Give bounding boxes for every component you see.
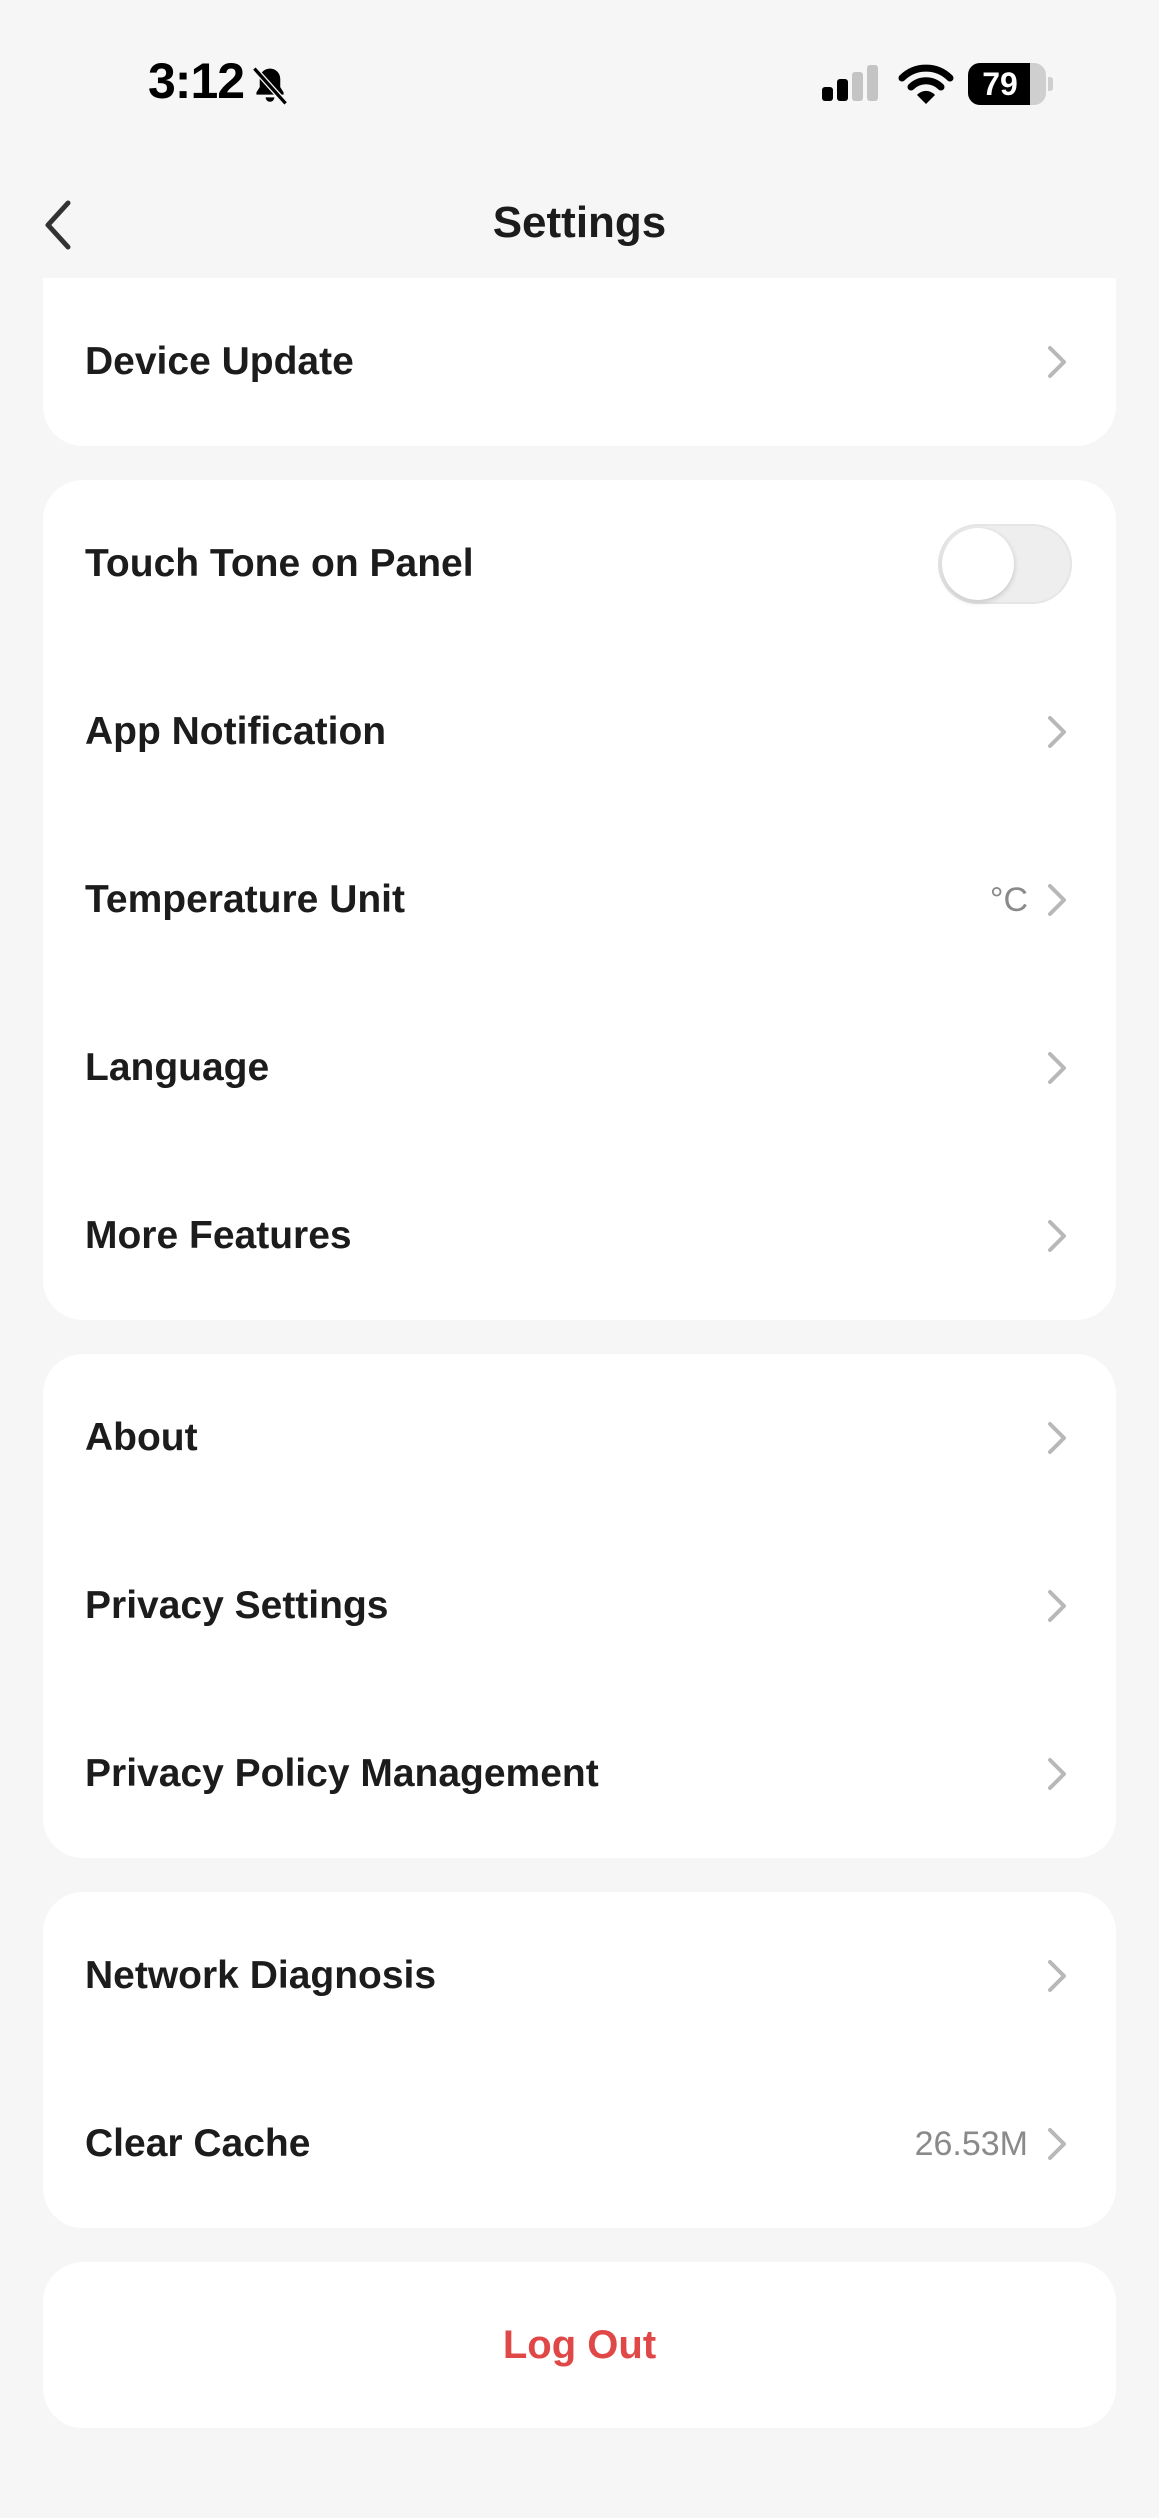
- network-diagnosis-label: Network Diagnosis: [85, 1954, 437, 1997]
- temperature-unit-row[interactable]: Temperature Unit °C: [43, 816, 1116, 984]
- signal-icon: [822, 65, 878, 101]
- privacy-policy-management-row[interactable]: Privacy Policy Management: [43, 1690, 1116, 1858]
- cache-size-value: 26.53M: [914, 2124, 1028, 2163]
- app-notification-label: App Notification: [85, 710, 387, 753]
- battery-level: 79: [982, 66, 1018, 102]
- touch-tone-label: Touch Tone on Panel: [85, 542, 474, 585]
- settings-group-maintenance: Network Diagnosis Clear Cache 26.53M: [43, 1892, 1116, 2228]
- toggle-knob: [942, 528, 1014, 600]
- nav-bar: Settings: [0, 170, 1159, 280]
- chevron-right-icon: [1048, 1758, 1066, 1790]
- privacy-settings-row[interactable]: Privacy Settings: [43, 1522, 1116, 1690]
- chevron-right-icon: [1048, 1960, 1066, 1992]
- battery-body: 79: [968, 63, 1046, 105]
- chevron-right-icon: [1048, 1590, 1066, 1622]
- network-diagnosis-row[interactable]: Network Diagnosis: [43, 1892, 1116, 2060]
- settings-group-preferences: Touch Tone on Panel App Notification Tem…: [43, 480, 1116, 1320]
- chevron-right-icon: [1048, 1220, 1066, 1252]
- touch-tone-row: Touch Tone on Panel: [43, 480, 1116, 648]
- about-label: About: [85, 1416, 198, 1459]
- language-label: Language: [85, 1046, 270, 1089]
- battery-indicator: 79: [968, 63, 1053, 105]
- language-row[interactable]: Language: [43, 984, 1116, 1152]
- chevron-right-icon: [1048, 346, 1066, 378]
- chevron-right-icon: [1048, 1052, 1066, 1084]
- temperature-unit-label: Temperature Unit: [85, 878, 405, 921]
- app-notification-row[interactable]: App Notification: [43, 648, 1116, 816]
- device-update-row[interactable]: Device Update: [43, 278, 1116, 446]
- chevron-right-icon: [1048, 2128, 1066, 2160]
- privacy-policy-management-label: Privacy Policy Management: [85, 1752, 599, 1795]
- settings-group-device: Device Update: [43, 278, 1116, 446]
- clear-cache-row[interactable]: Clear Cache 26.53M: [43, 2060, 1116, 2228]
- touch-tone-toggle[interactable]: [938, 524, 1072, 604]
- about-row[interactable]: About: [43, 1354, 1116, 1522]
- clear-cache-label: Clear Cache: [85, 2122, 311, 2165]
- status-bar: 3:12 79: [0, 0, 1159, 170]
- logout-card: Log Out: [43, 2262, 1116, 2428]
- chevron-right-icon: [1048, 716, 1066, 748]
- logout-button[interactable]: Log Out: [43, 2262, 1116, 2428]
- status-time: 3:12: [148, 53, 245, 109]
- logout-label: Log Out: [502, 2322, 657, 2367]
- device-update-label: Device Update: [85, 340, 354, 383]
- bell-off-icon: [252, 66, 288, 106]
- chevron-right-icon: [1048, 1422, 1066, 1454]
- more-features-row[interactable]: More Features: [43, 1152, 1116, 1320]
- temperature-unit-value: °C: [989, 880, 1028, 919]
- privacy-settings-label: Privacy Settings: [85, 1584, 389, 1627]
- more-features-label: More Features: [85, 1214, 352, 1257]
- wifi-icon: [898, 64, 954, 104]
- battery-cap: [1048, 77, 1053, 91]
- settings-group-about: About Privacy Settings Privacy Policy Ma…: [43, 1354, 1116, 1858]
- page-title: Settings: [492, 198, 667, 247]
- chevron-right-icon: [1048, 884, 1066, 916]
